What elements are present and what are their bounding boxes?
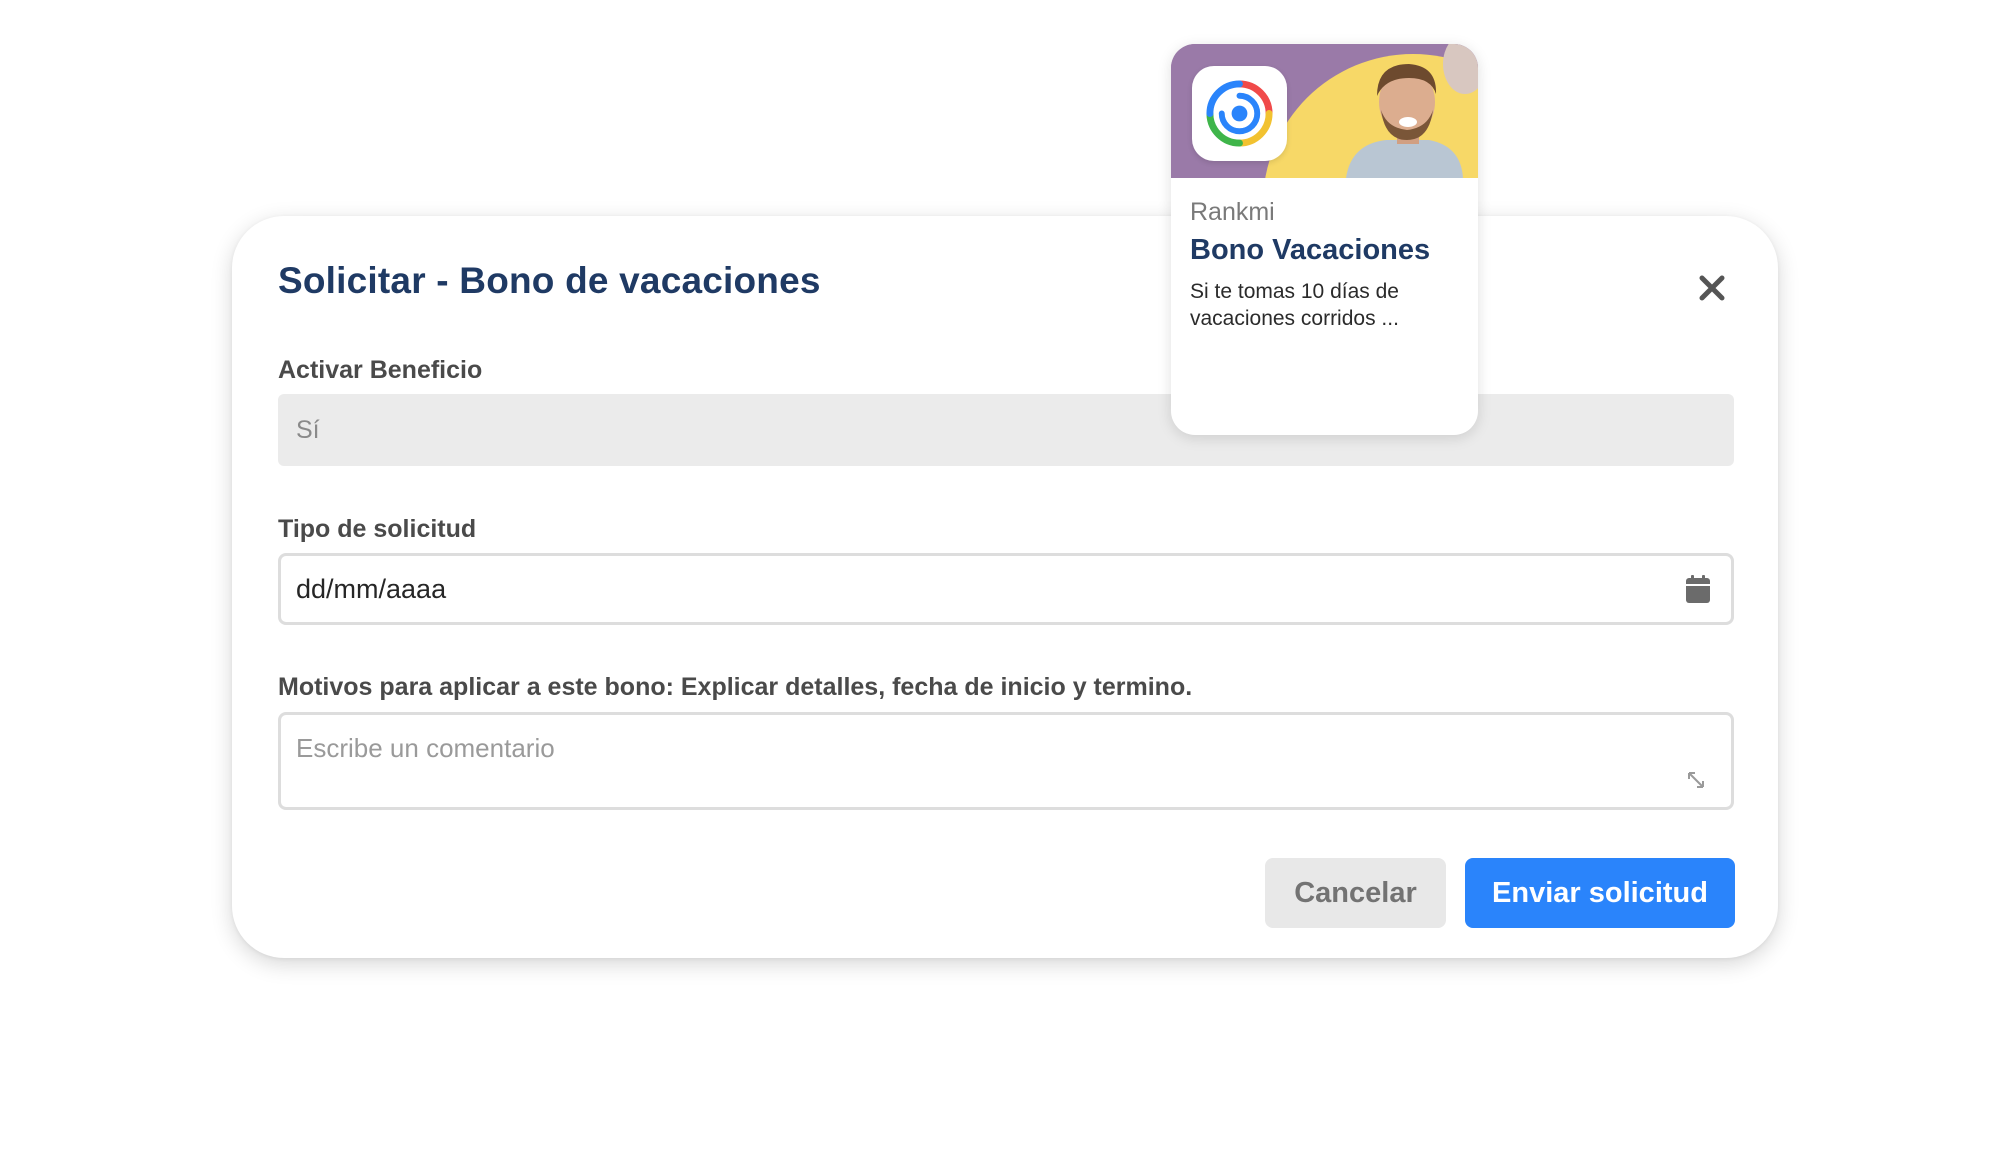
card-brand: Rankmi <box>1190 198 1275 226</box>
card-title: Bono Vacaciones <box>1190 234 1431 266</box>
benefit-card[interactable]: Rankmi Bono Vacaciones Si te tomas 10 dí… <box>1171 44 1478 435</box>
date-input[interactable]: dd/mm/aaaa <box>278 553 1734 625</box>
activar-beneficio-value: Sí <box>296 416 320 444</box>
close-icon[interactable] <box>1690 266 1734 310</box>
tipo-solicitud-label: Tipo de solicitud <box>278 515 477 543</box>
date-input-placeholder: dd/mm/aaaa <box>296 574 447 604</box>
comment-placeholder: Escribe un comentario <box>296 733 555 763</box>
comment-textarea[interactable]: Escribe un comentario <box>278 712 1734 810</box>
rankmi-logo-icon <box>1192 66 1287 161</box>
activar-beneficio-field: Sí <box>278 394 1734 466</box>
modal-title: Solicitar - Bono de vacaciones <box>278 260 821 301</box>
activar-beneficio-label: Activar Beneficio <box>278 356 483 384</box>
request-modal: Solicitar - Bono de vacaciones Activar B… <box>232 216 1778 958</box>
card-description: Si te tomas 10 días de vacaciones corrid… <box>1190 280 1399 330</box>
calendar-icon[interactable] <box>1685 575 1711 603</box>
cancel-button[interactable]: Cancelar <box>1265 858 1446 928</box>
motivos-label: Motivos para aplicar a este bono: Explic… <box>278 673 1193 701</box>
resize-icon[interactable] <box>1687 771 1705 789</box>
card-banner-image <box>1171 44 1478 178</box>
send-request-button[interactable]: Enviar solicitud <box>1465 858 1735 928</box>
